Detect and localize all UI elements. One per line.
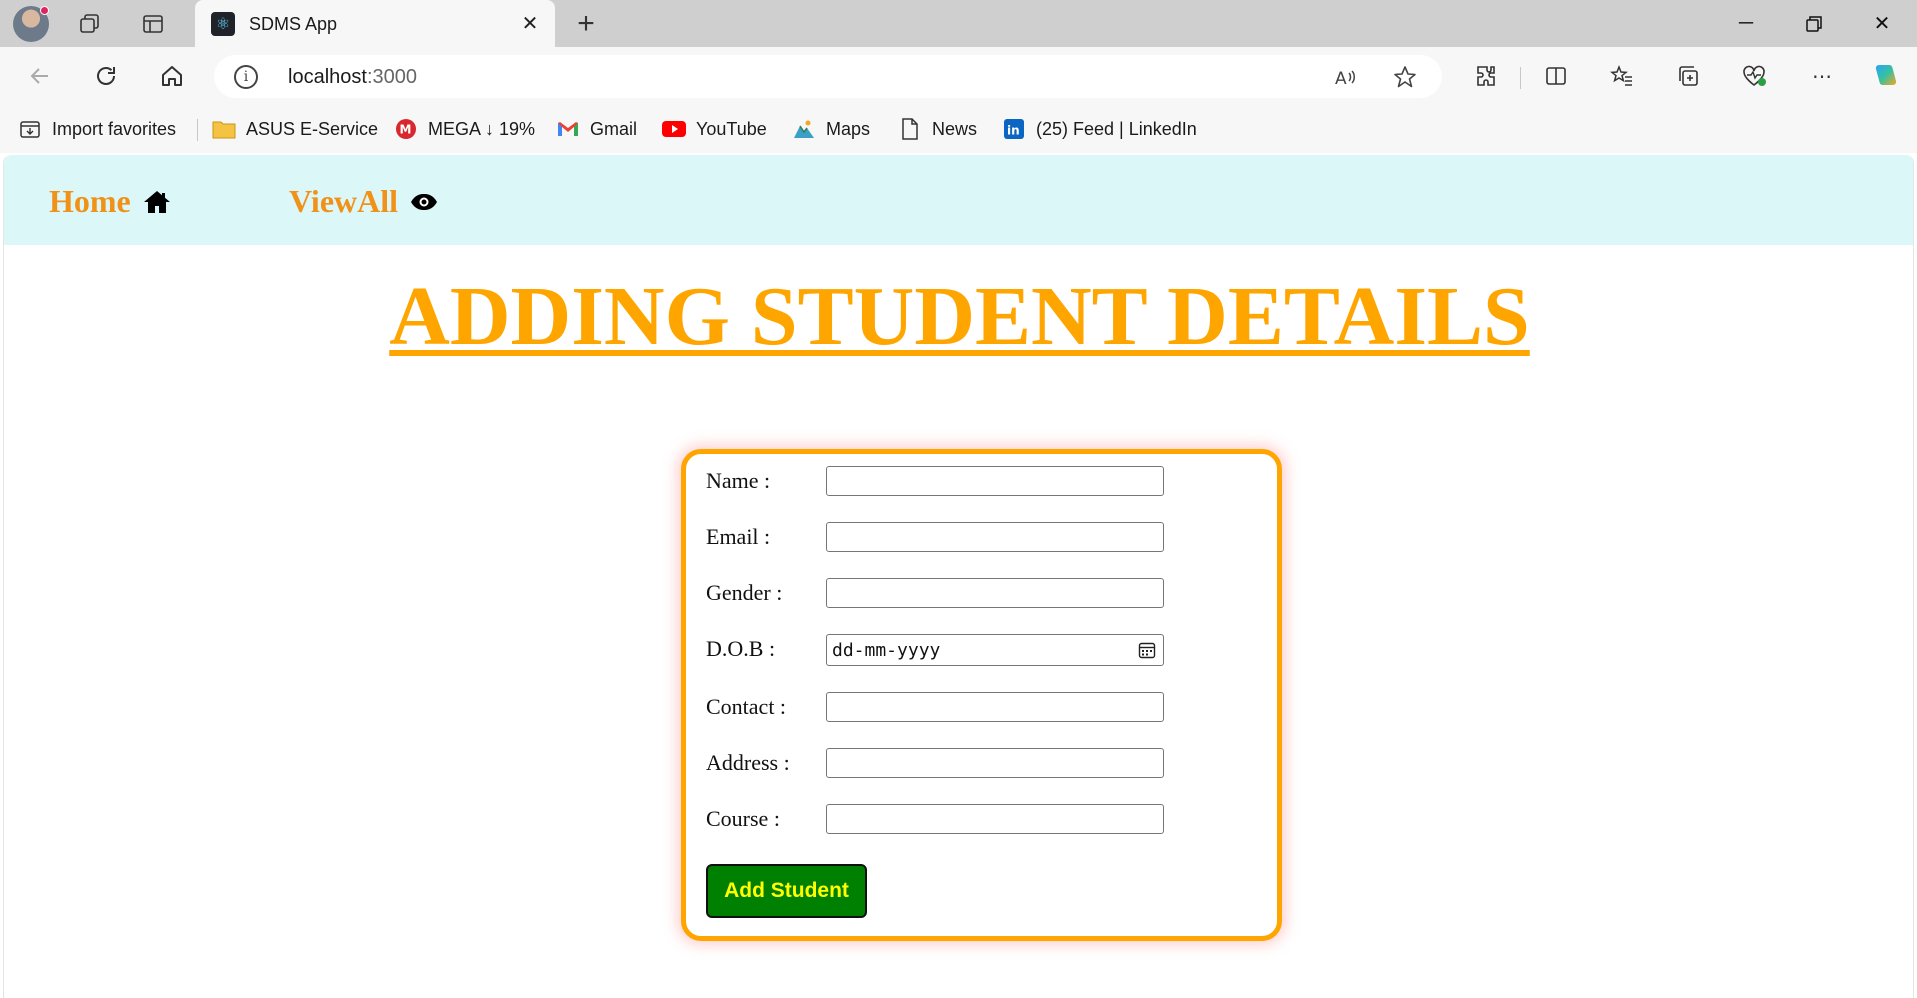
contact-label: Contact :: [706, 694, 787, 719]
gender-input[interactable]: [826, 578, 1164, 608]
page-viewport: Home ViewAll ADDING STUDENT DETAILS Name…: [3, 155, 1914, 998]
profile-avatar[interactable]: [13, 6, 49, 42]
name-input[interactable]: [826, 466, 1164, 496]
name-row: Name :: [706, 466, 1266, 496]
add-student-button[interactable]: Add Student: [706, 864, 867, 918]
nav-home-link[interactable]: Home: [49, 183, 171, 220]
browser-essentials-icon[interactable]: [1736, 58, 1772, 94]
react-icon: ⚛: [211, 12, 235, 36]
favorite-maps[interactable]: Maps: [792, 117, 870, 141]
favorite-label: Import favorites: [52, 118, 177, 139]
favorite-import[interactable]: Import favorites: [18, 117, 176, 141]
vertical-tabs-icon[interactable]: [135, 6, 171, 42]
refresh-icon[interactable]: [86, 56, 126, 96]
dob-label: D.O.B :: [706, 636, 776, 661]
course-label: Course :: [706, 806, 780, 831]
eye-icon: [410, 193, 438, 211]
dob-row: D.O.B : dd-mm-yyyy: [706, 634, 1266, 666]
contact-row: Contact :: [706, 692, 1266, 722]
gmail-icon: [556, 117, 580, 141]
toolbar-divider: [1520, 67, 1521, 89]
favorite-label: (25) Feed | LinkedIn: [1036, 118, 1197, 139]
favorite-youtube[interactable]: YouTube: [662, 117, 767, 141]
calendar-icon[interactable]: [1138, 641, 1156, 659]
favorite-star-icon[interactable]: [1390, 62, 1420, 92]
contact-input[interactable]: [826, 692, 1164, 722]
course-row: Course :: [706, 804, 1266, 834]
favorite-label: ASUS E-Service: [246, 118, 379, 139]
more-options-icon[interactable]: ⋯: [1804, 58, 1840, 94]
gender-row: Gender :: [706, 578, 1266, 608]
name-label: Name :: [706, 468, 771, 493]
read-aloud-icon[interactable]: A: [1330, 62, 1360, 92]
email-label: Email :: [706, 524, 771, 549]
course-input[interactable]: [826, 804, 1164, 834]
address-bar[interactable]: i localhost:3000 A: [214, 55, 1442, 98]
active-tab[interactable]: ⚛ SDMS App ✕: [195, 0, 555, 47]
favorite-mega[interactable]: M MEGA ↓ 19%: [394, 117, 535, 141]
nav-home-label: Home: [49, 183, 131, 219]
home-browser-icon[interactable]: [152, 56, 192, 96]
minimize-icon[interactable]: ─: [1712, 0, 1780, 47]
favorite-gmail[interactable]: Gmail: [556, 117, 637, 141]
collections-icon[interactable]: [1670, 58, 1706, 94]
dob-placeholder: dd-mm-yyyy: [832, 640, 941, 661]
maps-icon: [792, 117, 816, 141]
address-label: Address :: [706, 750, 790, 775]
url-text: localhost:3000: [288, 66, 417, 89]
copilot-icon[interactable]: [1868, 58, 1904, 94]
nav-viewall-label: ViewAll: [289, 183, 399, 219]
linkedin-icon: in: [1002, 117, 1026, 141]
favorite-label: MEGA ↓ 19%: [428, 118, 536, 139]
nav-viewall-link[interactable]: ViewAll: [289, 183, 438, 220]
favorite-linkedin[interactable]: in (25) Feed | LinkedIn: [1002, 117, 1197, 141]
favorites-divider: [197, 119, 198, 141]
workspaces-icon[interactable]: [72, 6, 108, 42]
split-screen-icon[interactable]: [1538, 58, 1574, 94]
url-host: localhost: [288, 66, 367, 88]
tab-title: SDMS App: [249, 14, 338, 34]
favorite-label: Gmail: [590, 118, 638, 139]
favorite-label: News: [932, 118, 978, 139]
back-icon[interactable]: [20, 56, 60, 96]
svg-text:A: A: [1335, 69, 1347, 89]
app-navbar: Home ViewAll: [4, 155, 1913, 245]
extensions-icon[interactable]: [1468, 58, 1504, 94]
svg-text:in: in: [1007, 124, 1020, 138]
address-row: Address :: [706, 748, 1266, 778]
favorite-label: YouTube: [696, 118, 767, 139]
dob-date-input[interactable]: dd-mm-yyyy: [826, 634, 1164, 666]
email-row: Email :: [706, 522, 1266, 552]
gender-label: Gender :: [706, 580, 783, 605]
mega-icon: M: [394, 117, 418, 141]
email-input[interactable]: [826, 522, 1164, 552]
site-info-icon[interactable]: i: [234, 65, 258, 89]
new-tab-button[interactable]: +: [568, 6, 604, 42]
page-title: ADDING STUDENT DETAILS: [389, 270, 1530, 363]
notification-dot: [40, 6, 49, 15]
folder-icon: [212, 117, 236, 141]
tab-close-icon[interactable]: ✕: [517, 10, 543, 36]
favorite-asus[interactable]: ASUS E-Service: [212, 117, 378, 141]
restore-icon[interactable]: [1780, 0, 1848, 47]
page-icon: [898, 117, 922, 141]
favorites-bar: Import favorites ASUS E-Service M MEGA ↓…: [0, 105, 1917, 153]
svg-text:M: M: [400, 123, 412, 137]
favorite-news[interactable]: News: [898, 117, 977, 141]
close-window-icon[interactable]: ✕: [1848, 0, 1916, 47]
import-icon: [18, 117, 42, 141]
address-toolbar: i localhost:3000 A ⋯: [0, 47, 1917, 105]
student-form: Name : Email : Gender : D.O.B : dd-mm-yy…: [681, 449, 1282, 941]
favorite-label: Maps: [826, 118, 871, 139]
address-input[interactable]: [826, 748, 1164, 778]
youtube-icon: [662, 117, 686, 141]
favorites-list-icon[interactable]: [1604, 58, 1640, 94]
browser-tab-bar: ⚛ SDMS App ✕ + ─ ✕: [0, 0, 1917, 47]
home-icon: [143, 190, 171, 214]
url-port: :3000: [366, 66, 417, 88]
